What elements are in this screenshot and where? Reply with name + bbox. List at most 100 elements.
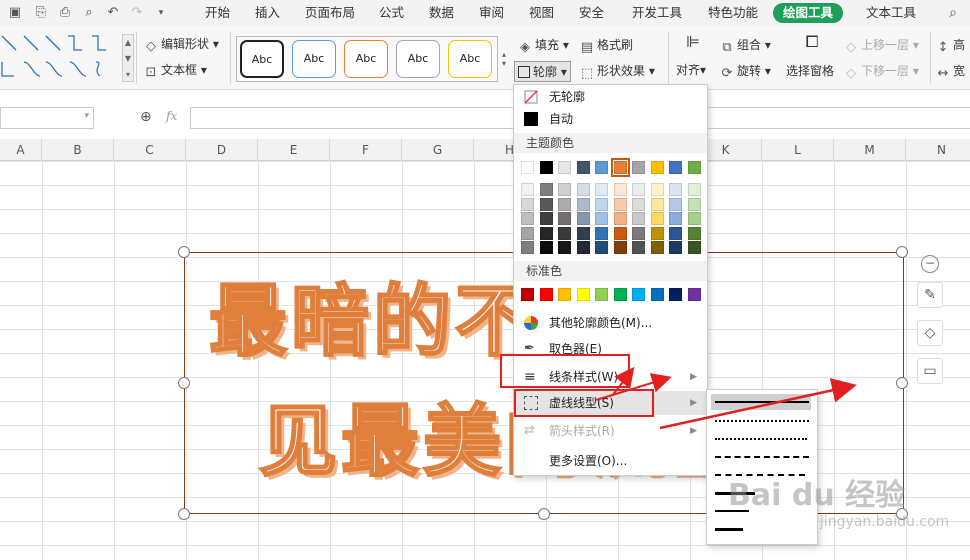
color-swatch[interactable] bbox=[576, 226, 590, 240]
color-swatch[interactable] bbox=[632, 241, 645, 254]
column-header[interactable]: E bbox=[258, 139, 330, 161]
color-swatch[interactable] bbox=[613, 212, 627, 225]
color-swatch[interactable] bbox=[539, 161, 553, 174]
export-icon[interactable]: ⎘ bbox=[32, 4, 50, 22]
color-swatch[interactable] bbox=[650, 212, 664, 225]
color-swatch[interactable] bbox=[521, 241, 534, 254]
collapse-icon[interactable]: − bbox=[921, 255, 939, 273]
color-swatch[interactable] bbox=[595, 161, 608, 174]
color-swatch[interactable] bbox=[576, 161, 590, 174]
color-swatch[interactable] bbox=[558, 226, 571, 240]
color-swatch[interactable] bbox=[669, 212, 682, 225]
color-swatch[interactable] bbox=[595, 197, 608, 211]
column-header[interactable]: G bbox=[402, 139, 474, 161]
undo-icon[interactable]: ↶ bbox=[104, 4, 122, 22]
color-swatch[interactable] bbox=[613, 241, 627, 254]
color-swatch[interactable] bbox=[669, 197, 682, 211]
color-swatch[interactable] bbox=[650, 288, 664, 301]
resize-handle[interactable] bbox=[538, 508, 550, 520]
color-swatch[interactable] bbox=[576, 183, 590, 196]
align-button[interactable]: 对齐▾ bbox=[676, 60, 706, 80]
shape-effects-button[interactable]: ⬚ 形状效果 ▾ bbox=[580, 61, 655, 81]
column-header[interactable]: C bbox=[114, 139, 186, 161]
height-field-label[interactable]: ↕ 高 bbox=[936, 35, 965, 55]
color-swatch[interactable] bbox=[687, 226, 701, 240]
name-box-dropdown-icon[interactable]: ▾ bbox=[84, 111, 89, 121]
column-header[interactable]: D bbox=[186, 139, 258, 161]
color-swatch[interactable] bbox=[687, 241, 701, 254]
color-swatch[interactable] bbox=[558, 241, 571, 254]
fill-button[interactable]: ◈ 填充 ▾ bbox=[518, 35, 569, 55]
tab-page-layout[interactable]: 页面布局 bbox=[305, 0, 355, 26]
tab-review[interactable]: 审阅 bbox=[479, 0, 504, 26]
tab-insert[interactable]: 插入 bbox=[255, 0, 280, 26]
color-swatch[interactable] bbox=[669, 161, 682, 174]
style-sample-gray[interactable]: Abc bbox=[396, 40, 440, 78]
color-swatch[interactable] bbox=[669, 288, 682, 301]
column-header[interactable]: L bbox=[762, 139, 834, 161]
print-icon[interactable]: ⎙ bbox=[56, 4, 74, 22]
fx-icon[interactable]: fx bbox=[166, 109, 177, 123]
column-header[interactable]: B bbox=[42, 139, 114, 161]
color-swatch[interactable] bbox=[610, 158, 630, 177]
color-swatch[interactable] bbox=[539, 288, 553, 301]
color-swatch[interactable] bbox=[632, 212, 645, 225]
column-header[interactable]: N bbox=[906, 139, 970, 161]
tab-text-tools[interactable]: 文本工具 bbox=[866, 0, 916, 26]
style-sample-gold[interactable]: Abc bbox=[448, 40, 492, 78]
tab-home[interactable]: 开始 bbox=[205, 0, 230, 26]
color-swatch[interactable] bbox=[632, 197, 645, 211]
color-swatch[interactable] bbox=[539, 241, 553, 254]
color-swatch[interactable] bbox=[613, 226, 627, 240]
color-swatch[interactable] bbox=[521, 197, 534, 211]
color-swatch[interactable] bbox=[521, 226, 534, 240]
menu-item-no-outline[interactable]: 无轮廓 bbox=[514, 85, 707, 109]
color-swatch[interactable] bbox=[650, 241, 664, 254]
color-swatch[interactable] bbox=[521, 212, 534, 225]
resize-handle[interactable] bbox=[178, 377, 190, 389]
selection-pane-icon[interactable]: ⧠ bbox=[798, 32, 826, 52]
color-swatch[interactable] bbox=[539, 197, 553, 211]
style-gallery-more[interactable]: ▴ ▾ bbox=[498, 50, 510, 70]
dash-option-square-dot[interactable] bbox=[715, 438, 807, 440]
color-swatch[interactable] bbox=[650, 183, 664, 196]
dash-option-dash[interactable] bbox=[715, 456, 809, 458]
dash-option-long-dash-dot-dot[interactable] bbox=[715, 528, 743, 531]
align-icon[interactable]: ⊫ bbox=[678, 32, 708, 52]
width-field-label[interactable]: ↔ 宽 bbox=[936, 61, 965, 81]
color-swatch[interactable] bbox=[687, 197, 701, 211]
color-swatch[interactable] bbox=[576, 212, 590, 225]
shape-fill-icon[interactable]: ◇ bbox=[917, 320, 943, 346]
rotate-button[interactable]: ⟳ 旋转 ▾ bbox=[720, 61, 771, 81]
resize-handle[interactable] bbox=[178, 246, 190, 258]
style-sample-blue[interactable]: Abc bbox=[292, 40, 336, 78]
menu-item-more-settings[interactable]: 更多设置(O)... bbox=[514, 449, 707, 473]
color-swatch[interactable] bbox=[539, 212, 553, 225]
column-header[interactable]: A bbox=[0, 139, 42, 161]
color-swatch[interactable] bbox=[632, 161, 645, 174]
dash-option-round-dot[interactable] bbox=[715, 420, 809, 422]
color-swatch[interactable] bbox=[613, 288, 627, 301]
color-swatch[interactable] bbox=[650, 197, 664, 211]
selection-pane-button[interactable]: 选择窗格 bbox=[786, 61, 834, 81]
zoom-formula-icon[interactable]: ⊕ bbox=[140, 109, 152, 125]
tab-formulas[interactable]: 公式 bbox=[379, 0, 404, 26]
format-painter-button[interactable]: ▤ 格式刷 bbox=[580, 35, 633, 55]
outline-button[interactable]: 轮廓 ▾ bbox=[514, 61, 571, 82]
connector-shapes-gallery[interactable] bbox=[0, 32, 118, 82]
color-swatch[interactable] bbox=[576, 241, 590, 254]
menu-item-more-outline-colors[interactable]: 其他轮廓颜色(M)... bbox=[514, 311, 707, 335]
resize-handle[interactable] bbox=[178, 508, 190, 520]
color-swatch[interactable] bbox=[632, 288, 645, 301]
search-icon[interactable]: ⌕ bbox=[944, 4, 962, 22]
color-swatch[interactable] bbox=[669, 226, 682, 240]
color-swatch[interactable] bbox=[595, 288, 608, 301]
color-swatch[interactable] bbox=[558, 183, 571, 196]
style-sample-black[interactable]: Abc bbox=[240, 40, 284, 78]
color-swatch[interactable] bbox=[669, 241, 682, 254]
save-icon[interactable]: ▣ bbox=[6, 4, 24, 22]
color-swatch[interactable] bbox=[613, 183, 627, 196]
resize-handle[interactable] bbox=[896, 246, 908, 258]
color-swatch[interactable] bbox=[595, 241, 608, 254]
color-swatch[interactable] bbox=[558, 197, 571, 211]
